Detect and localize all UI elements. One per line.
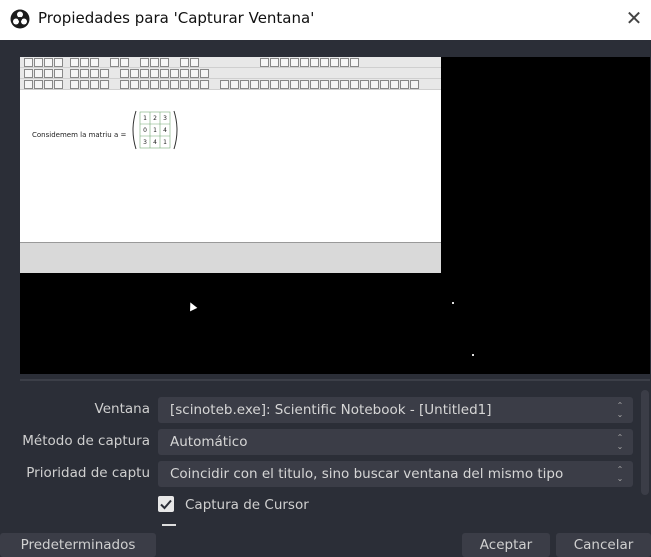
- preview-status-bar: [20, 242, 441, 273]
- matrix-cell: 4: [163, 127, 167, 134]
- defaults-button[interactable]: Predeterminados: [0, 533, 156, 557]
- window-label: Ventana: [94, 401, 150, 417]
- capture-priority-select[interactable]: Coincidir con el titulo, sino buscar ven…: [158, 461, 633, 487]
- window-title: Propiedades para 'Capturar Ventana': [38, 9, 315, 27]
- capture-method-label: Método de captura: [22, 433, 150, 449]
- obs-logo-icon: [10, 9, 30, 29]
- preview-window-image: Considemem la matriu a = 123014341: [20, 57, 441, 273]
- capture-priority-label: Prioridad de captu: [26, 465, 150, 481]
- matrix-cell: 1: [143, 115, 147, 122]
- splitter[interactable]: [20, 379, 650, 381]
- preview-dot: [472, 354, 474, 356]
- matrix-cell: 1: [153, 127, 157, 134]
- title-bar: Propiedades para 'Capturar Ventana' ✕: [0, 0, 651, 40]
- toolbar-row: [20, 68, 441, 79]
- spin-arrows-icon: ⌃ ⌄: [616, 465, 624, 483]
- scrollbar[interactable]: [641, 390, 649, 495]
- close-icon[interactable]: ✕: [623, 7, 645, 29]
- capture-preview: Considemem la matriu a = 123014341: [20, 57, 650, 374]
- window-select-value: [scinoteb.exe]: Scientific Notebook - [U…: [170, 402, 492, 418]
- cursor-icon: [186, 300, 198, 312]
- capture-priority-value: Coincidir con el titulo, sino buscar ven…: [170, 466, 564, 482]
- cursor-capture-checkbox[interactable]: [158, 496, 174, 512]
- capture-method-select[interactable]: Automático ⌃ ⌄: [158, 429, 633, 455]
- toolbar-row: [20, 79, 441, 90]
- preview-dot: [452, 302, 454, 304]
- matrix-cell: 3: [143, 139, 147, 146]
- checkmark-icon: [160, 499, 172, 510]
- window-select[interactable]: [scinoteb.exe]: Scientific Notebook - [U…: [158, 397, 633, 423]
- spin-arrows-icon: ⌃ ⌄: [616, 401, 624, 419]
- matrix-cell: 3: [163, 115, 167, 122]
- matrix: 1 2 30 1 43 4 1: [132, 110, 178, 150]
- matrix-cell: 1: [163, 139, 167, 146]
- hidden-option-edge: [162, 524, 176, 526]
- capture-method-value: Automático: [170, 434, 248, 450]
- document-text: Considemem la matriu a =: [32, 131, 127, 139]
- toolbar-row: [20, 57, 441, 68]
- spin-arrows-icon: ⌃ ⌄: [616, 433, 624, 451]
- matrix-cell: 2: [153, 115, 157, 122]
- matrix-cell: 0: [143, 127, 147, 134]
- cancel-button[interactable]: Cancelar: [556, 533, 651, 557]
- matrix-cell: 4: [153, 139, 157, 146]
- cursor-capture-label[interactable]: Captura de Cursor: [185, 497, 309, 513]
- accept-button[interactable]: Aceptar: [462, 533, 550, 557]
